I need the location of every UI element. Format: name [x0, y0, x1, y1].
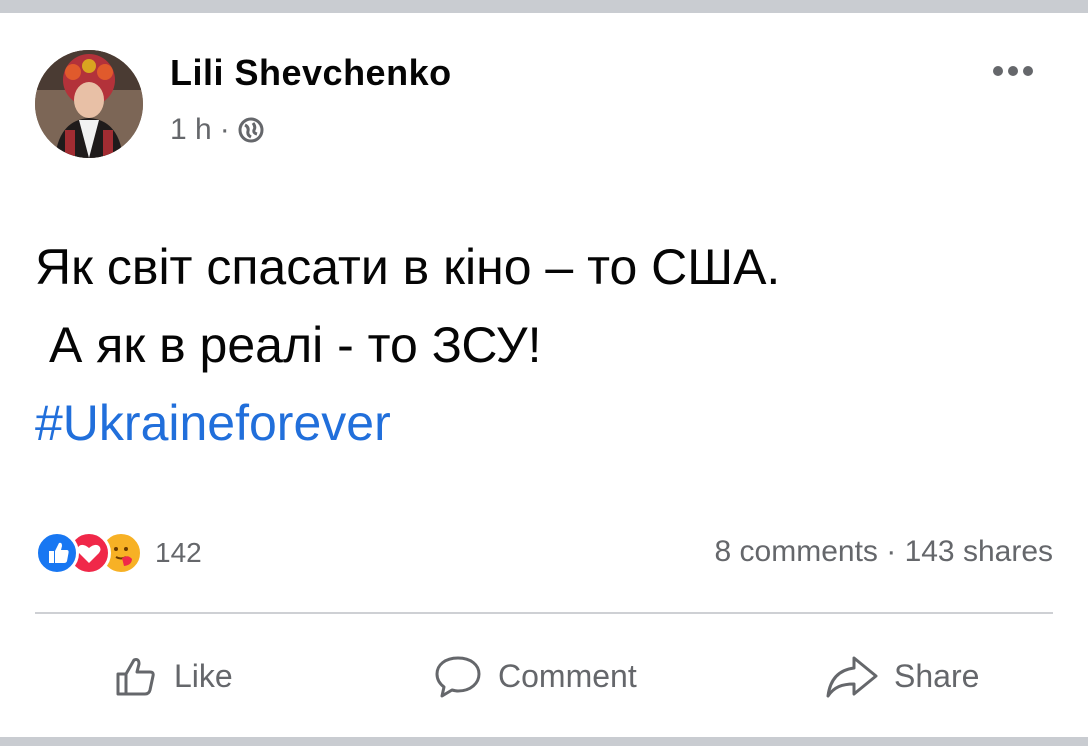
comment-label: Comment: [498, 657, 637, 694]
post-time[interactable]: 1 h: [170, 113, 212, 147]
meta-separator: ·: [219, 113, 230, 146]
reaction-summary[interactable]: 142: [35, 531, 202, 575]
divider: [35, 612, 1053, 614]
top-separator: [0, 0, 1088, 13]
avatar-image: [35, 50, 143, 158]
author-name[interactable]: Lili Shevchenko: [170, 52, 452, 94]
dot-icon: [993, 66, 1003, 76]
dot-icon: [1008, 66, 1018, 76]
like-label: Like: [174, 657, 233, 694]
comment-button[interactable]: Comment: [432, 652, 637, 700]
thumbs-up-icon: [116, 658, 155, 696]
author-avatar[interactable]: [35, 50, 143, 158]
action-bar: Like Comment Share: [0, 640, 1088, 720]
post-body: Як світ спасати в кіно – то США. А як в …: [35, 228, 780, 462]
like-icon: [35, 531, 79, 575]
reaction-count: 142: [155, 537, 202, 568]
like-button[interactable]: Like: [112, 652, 233, 700]
more-options-button[interactable]: [988, 62, 1038, 80]
comments-shares-count[interactable]: 8 comments · 143 shares: [715, 535, 1053, 569]
share-arrow-icon: [826, 656, 878, 698]
bottom-separator: [0, 737, 1088, 746]
share-label: Share: [894, 657, 980, 694]
post-meta: 1 h ·: [170, 113, 264, 147]
comment-bubble-icon: [435, 656, 481, 698]
post-text-line-2: А як в реалі - то ЗСУ!: [49, 317, 542, 373]
post-text-line-1: Як світ спасати в кіно – то США.: [35, 239, 781, 295]
dot-icon: [1023, 66, 1033, 76]
globe-icon: [238, 117, 264, 143]
share-button[interactable]: Share: [824, 652, 979, 700]
hashtag-link[interactable]: #Ukraineforever: [35, 384, 780, 462]
